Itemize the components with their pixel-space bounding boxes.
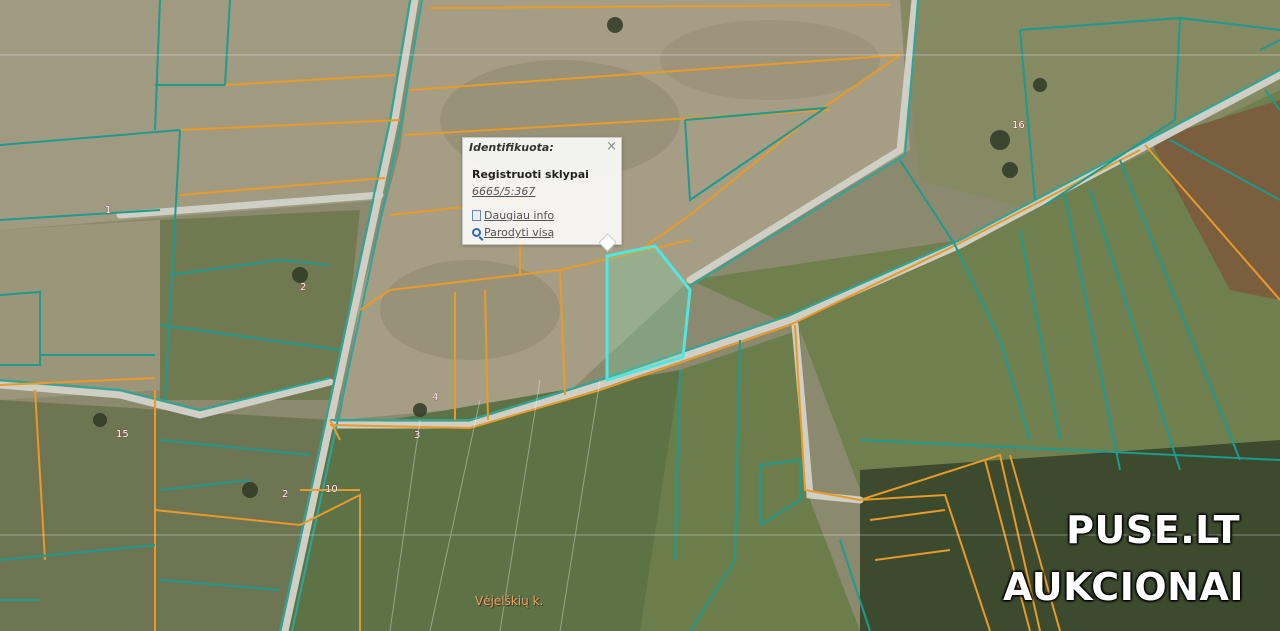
show-all-label: Parodyti visą: [484, 226, 555, 239]
parcel-id-link[interactable]: 6665/5:367: [472, 185, 535, 198]
house-number-2b: 2: [282, 489, 288, 500]
house-number-2: 2: [300, 282, 306, 293]
document-icon: [472, 210, 481, 221]
house-number-10: 10: [325, 484, 338, 495]
house-number-4: 4: [432, 392, 438, 403]
place-label: Vėjelškių k.: [475, 594, 544, 608]
house-number-3: 3: [414, 430, 420, 441]
more-info-link[interactable]: Daugiau info: [472, 209, 554, 222]
identify-popup: Identifikuota: × Registruoti sklypai 666…: [462, 137, 622, 245]
house-number-1: 1: [105, 205, 111, 216]
layer-name: Registruoti sklypai: [472, 168, 589, 181]
house-number-16: 16: [1012, 120, 1025, 131]
show-all-link[interactable]: Parodyti visą: [472, 226, 554, 239]
magnifier-icon: [472, 228, 481, 237]
popup-title: Identifikuota:: [469, 141, 554, 154]
watermark-line2: AUKCIONAI: [1002, 565, 1244, 609]
house-number-15: 15: [116, 429, 129, 440]
more-info-label: Daugiau info: [484, 209, 555, 222]
close-icon[interactable]: ×: [606, 139, 617, 154]
watermark-line1: PUSE.LT: [1066, 508, 1240, 552]
